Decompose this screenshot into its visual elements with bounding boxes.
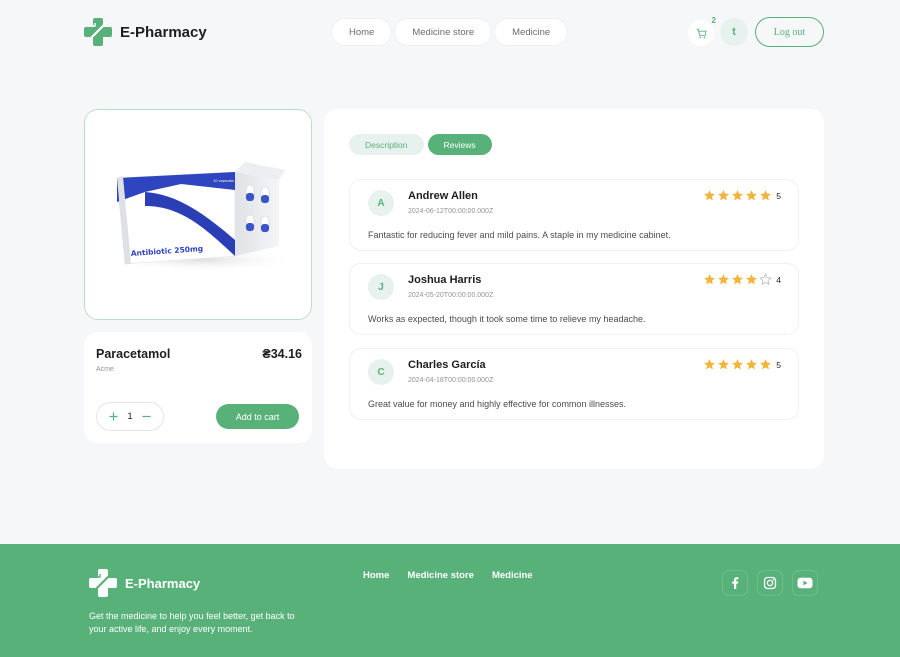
review-card: J Joshua Harris 2024-05-20T00:00:00.000Z…	[349, 263, 799, 335]
review-date: 2024-05-20T00:00:00.000Z	[408, 292, 494, 299]
star-filled-icon	[718, 274, 729, 285]
increase-quantity-button[interactable]	[109, 409, 118, 424]
product-box-small-label: 10 capsules	[213, 179, 234, 183]
product-name: Paracetamol	[96, 347, 171, 361]
main-nav: Home Medicine store Medicine	[331, 18, 569, 46]
nav-medicine[interactable]: Medicine	[494, 18, 569, 46]
review-card: C Charles García 2024-04-18T00:00:00.000…	[349, 348, 799, 420]
cart-button[interactable]: 2	[688, 16, 716, 46]
product-image: Antibiotic 250mg 10 capsules	[107, 162, 299, 272]
star-filled-icon	[704, 359, 715, 370]
instagram-link[interactable]	[757, 570, 783, 596]
facebook-link[interactable]	[722, 570, 748, 596]
youtube-link[interactable]	[792, 570, 818, 596]
footer-logo[interactable]: E-Pharmacy	[89, 569, 200, 597]
footer-tagline: Get the medicine to help you feel better…	[89, 611, 295, 634]
pharmacy-cross-icon	[89, 569, 117, 597]
product-info-card: Paracetamol ₴34.16 Acme 1 Add to cart	[84, 332, 312, 443]
footer-link-medicine-store[interactable]: Medicine store	[407, 570, 474, 581]
details-panel: Description Reviews A Andrew Allen 2024-…	[324, 109, 824, 469]
reviewer-name: Charles García	[408, 359, 486, 371]
product-brand: Acme	[96, 366, 114, 373]
footer-brand-name: E-Pharmacy	[125, 575, 201, 591]
minus-icon	[142, 415, 151, 418]
product-image-card: Antibiotic 250mg 10 capsules	[84, 109, 312, 320]
tab-description[interactable]: Description	[349, 134, 424, 155]
footer-link-medicine[interactable]: Medicine	[492, 570, 533, 581]
cart-count-badge: 2	[711, 16, 716, 25]
product-price: ₴34.16	[262, 347, 302, 361]
footer-nav: Home Medicine store Medicine	[363, 570, 533, 581]
reviewer-name: Joshua Harris	[408, 274, 482, 286]
review-text: Fantastic for reducing fever and mild pa…	[368, 230, 671, 240]
logout-button[interactable]: Log out	[755, 17, 824, 47]
rating-score: 5	[776, 360, 781, 370]
add-to-cart-button[interactable]: Add to cart	[216, 404, 299, 429]
cart-icon	[696, 28, 707, 38]
footer: E-Pharmacy Get the medicine to help you …	[0, 544, 900, 657]
rating-score: 4	[776, 275, 781, 285]
facebook-icon	[732, 577, 739, 589]
star-filled-icon	[760, 359, 771, 370]
decrease-quantity-button[interactable]	[142, 409, 151, 424]
star-filled-icon	[746, 190, 757, 201]
nav-home[interactable]: Home	[331, 18, 393, 46]
star-filled-icon	[732, 274, 743, 285]
instagram-icon	[763, 576, 777, 590]
user-avatar[interactable]: t	[720, 18, 748, 46]
logo[interactable]: E-Pharmacy	[84, 18, 207, 46]
pharmacy-cross-icon	[84, 18, 112, 46]
star-filled-icon	[704, 190, 715, 201]
review-date: 2024-04-18T00:00:00.000Z	[408, 377, 494, 384]
star-filled-icon	[718, 190, 729, 201]
star-filled-icon	[760, 190, 771, 201]
footer-link-home[interactable]: Home	[363, 570, 389, 581]
star-filled-icon	[704, 274, 715, 285]
header: E-Pharmacy Home Medicine store Medicine …	[0, 0, 900, 64]
review-text: Great value for money and highly effecti…	[368, 399, 626, 409]
star-filled-icon	[732, 190, 743, 201]
rating-score: 5	[776, 191, 781, 201]
star-empty-icon	[759, 273, 772, 286]
review-card: A Andrew Allen 2024-06-12T00:00:00.000Z …	[349, 179, 799, 251]
star-filled-icon	[746, 274, 757, 285]
reviewer-avatar: A	[368, 190, 394, 216]
brand-name: E-Pharmacy	[120, 23, 207, 41]
youtube-icon	[797, 577, 813, 589]
rating-stars	[703, 273, 772, 286]
details-tabs: Description Reviews	[349, 134, 492, 155]
review-date: 2024-06-12T00:00:00.000Z	[408, 208, 494, 215]
reviewer-avatar: J	[368, 274, 394, 300]
rating-stars	[703, 358, 772, 371]
nav-medicine-store[interactable]: Medicine store	[394, 18, 493, 46]
review-text: Works as expected, though it took some t…	[368, 314, 646, 324]
star-filled-icon	[746, 359, 757, 370]
quantity-value: 1	[127, 411, 133, 422]
plus-icon	[109, 412, 118, 421]
reviewer-name: Andrew Allen	[408, 190, 478, 202]
star-filled-icon	[718, 359, 729, 370]
tab-reviews[interactable]: Reviews	[427, 134, 492, 155]
star-filled-icon	[732, 359, 743, 370]
quantity-stepper: 1	[96, 402, 164, 431]
reviewer-avatar: C	[368, 359, 394, 385]
rating-stars	[703, 189, 772, 202]
